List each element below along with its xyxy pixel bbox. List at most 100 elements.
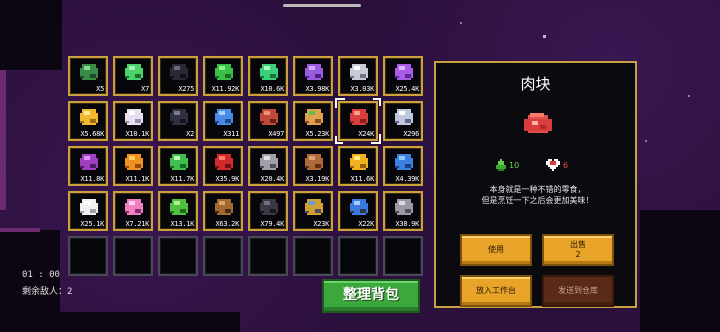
item-count: X5.68K	[80, 130, 105, 138]
inventory-slot-empty[interactable]	[68, 236, 108, 276]
inventory-slot[interactable]: X25.1K	[68, 191, 108, 231]
inventory-grid: X5 X7 X275 X11.92K X10.6K X3.98K X3.03K X25.4K X…	[68, 56, 424, 276]
item-count: X2	[186, 130, 194, 138]
green-blob-icon	[170, 199, 188, 215]
inventory-slot[interactable]: X10.1K	[113, 101, 153, 141]
gold-bar-icon	[350, 154, 368, 170]
item-count: X11.92K	[211, 85, 240, 93]
send-to-warehouse-button[interactable]: 发送到仓库	[542, 275, 614, 307]
inventory-slot[interactable]: X79.4K	[248, 191, 288, 231]
item-count: X20.4K	[260, 175, 285, 183]
inventory-slot-empty[interactable]	[158, 236, 198, 276]
inventory-slot-empty[interactable]	[293, 236, 333, 276]
silver-ore-icon	[350, 64, 368, 80]
sell-count: 2	[575, 250, 581, 259]
green-scroll-icon	[170, 154, 188, 170]
item-count: X25.4K	[395, 85, 420, 93]
green-potion-icon	[125, 64, 143, 80]
item-count: X11.8K	[80, 175, 105, 183]
health-value: 6	[563, 160, 569, 170]
inventory-slot[interactable]: X10.6K	[248, 56, 288, 96]
inventory-slot[interactable]: X296	[383, 101, 423, 141]
item-count: X35.9K	[215, 175, 240, 183]
item-count: X25.1K	[80, 220, 105, 228]
inventory-slot[interactable]: X5.68K	[68, 101, 108, 141]
blue-bar-icon	[395, 154, 413, 170]
heart-icon	[546, 159, 560, 171]
item-count: X275	[178, 85, 194, 93]
use-button[interactable]: 使用	[460, 234, 532, 266]
green-chest-icon	[80, 64, 98, 80]
inventory-slot[interactable]: X3.98K	[293, 56, 333, 96]
inventory-slot[interactable]: X311	[203, 101, 243, 141]
white-egg-icon	[80, 199, 98, 215]
inventory-slot[interactable]: X11.1K	[113, 146, 153, 186]
sandwich-icon	[305, 109, 323, 125]
item-count: X7	[141, 85, 149, 93]
inventory-slot-empty[interactable]	[248, 236, 288, 276]
item-count: X22K	[358, 220, 374, 228]
inventory-slot[interactable]: X22K	[338, 191, 378, 231]
inventory-slot[interactable]: X13.1K	[158, 191, 198, 231]
inventory-slot-empty[interactable]	[203, 236, 243, 276]
item-count: X79.4K	[260, 220, 285, 228]
inventory-slot[interactable]: X2	[158, 101, 198, 141]
sparkle	[460, 22, 462, 24]
inventory-slot[interactable]: X3.19K	[293, 146, 333, 186]
energy-drop-icon	[496, 159, 506, 171]
inventory-slot[interactable]: X7.21K	[113, 191, 153, 231]
inventory-slot[interactable]: X11.7K	[158, 146, 198, 186]
selection-corner	[335, 136, 343, 144]
health-stat: 6	[546, 158, 568, 172]
sparkle	[688, 95, 690, 97]
inventory-slot[interactable]: X11.6K	[338, 146, 378, 186]
magenta-edge	[0, 70, 6, 210]
purple-ore-icon	[80, 154, 98, 170]
mixed-ore-icon	[305, 199, 323, 215]
inventory-slot[interactable]: X11.8K	[68, 146, 108, 186]
dark-wall	[640, 210, 720, 332]
item-count: X11.7K	[170, 175, 195, 183]
item-count: X3.19K	[305, 175, 330, 183]
brown-bread-icon	[305, 154, 323, 170]
raw-meat-icon	[350, 109, 368, 125]
sort-bag-button[interactable]: 整理背包	[322, 279, 420, 313]
item-count: X63.2K	[215, 220, 240, 228]
item-count: X23K	[313, 220, 329, 228]
inventory-slot[interactable]: X7	[113, 56, 153, 96]
top-drag-handle[interactable]	[283, 4, 361, 7]
sell-button[interactable]: 出售 2	[542, 234, 614, 266]
inventory-slot[interactable]: X25.4K	[383, 56, 423, 96]
inventory-slot[interactable]: X4.39K	[383, 146, 423, 186]
inventory-slot-empty[interactable]	[338, 236, 378, 276]
inventory-slot[interactable]: X497	[248, 101, 288, 141]
inventory-slot-empty[interactable]	[383, 236, 423, 276]
meat-icon	[260, 109, 278, 125]
coal-icon	[260, 199, 278, 215]
inventory-slot[interactable]: X275	[158, 56, 198, 96]
stone-icon	[395, 199, 413, 215]
inventory-slot[interactable]: X38.9K	[383, 191, 423, 231]
item-detail-panel: 肉块 10 6 本身就是一种不错的零食， 但是烹饪一下之后会更加美味！ 使用 出…	[434, 61, 637, 308]
purple-wand-icon	[305, 64, 323, 80]
inventory-slot-empty[interactable]	[113, 236, 153, 276]
dark-wall	[0, 0, 62, 70]
inventory-slot[interactable]: X24K	[335, 98, 381, 144]
add-to-workbench-button[interactable]: 放入工作台	[460, 275, 532, 307]
sparkle	[543, 35, 546, 38]
inventory-slot[interactable]: X35.9K	[203, 146, 243, 186]
silver-sword-icon	[395, 109, 413, 125]
inventory-slot[interactable]: X20.4K	[248, 146, 288, 186]
inventory-slot[interactable]: X11.92K	[203, 56, 243, 96]
inventory-slot[interactable]: X3.03K	[338, 56, 378, 96]
add-to-workbench-label: 放入工作台	[476, 286, 516, 295]
item-count: X497	[268, 130, 284, 138]
inventory-slot[interactable]: X23K	[293, 191, 333, 231]
inventory-slot[interactable]: X63.2K	[203, 191, 243, 231]
item-count: X296	[403, 130, 419, 138]
item-count: X38.9K	[395, 220, 420, 228]
blue-potion-icon	[215, 109, 233, 125]
inventory-slot[interactable]: X5	[68, 56, 108, 96]
wooden-stick-icon	[215, 199, 233, 215]
inventory-slot[interactable]: X5.23K	[293, 101, 333, 141]
